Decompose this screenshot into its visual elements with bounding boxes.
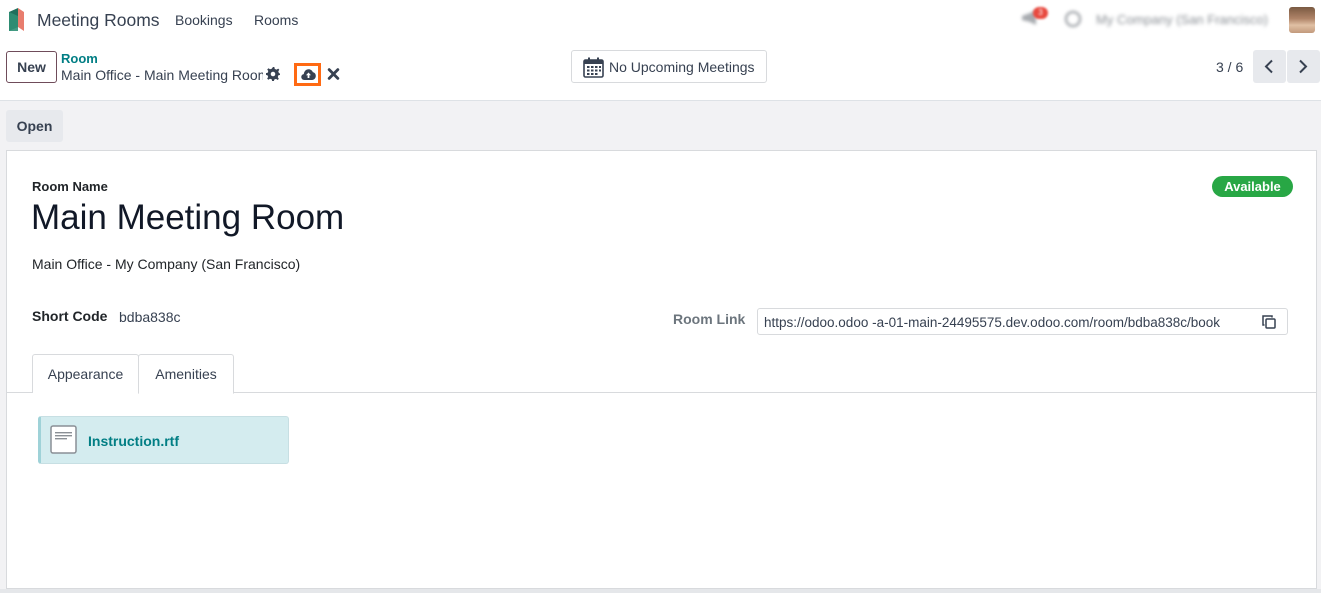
attachment-card[interactable]: Instruction.rtf [38, 416, 289, 464]
pager-value[interactable]: 3 / 6 [1216, 59, 1243, 75]
menu-bookings[interactable]: Bookings [175, 12, 233, 28]
close-icon[interactable] [327, 67, 340, 81]
short-code-label: Short Code [32, 308, 108, 324]
room-name-field[interactable]: Main Meeting Room [31, 198, 344, 238]
app-name[interactable]: Meeting Rooms [37, 10, 160, 31]
form-sheet: Room Name Main Meeting Room Available Ma… [6, 150, 1317, 589]
tab-amenities[interactable]: Amenities [138, 354, 234, 394]
app-logo-icon[interactable] [7, 8, 25, 31]
chevron-left-icon [1264, 59, 1273, 74]
open-button[interactable]: Open [6, 110, 63, 142]
save-button[interactable] [294, 63, 321, 86]
chevron-right-icon [1299, 59, 1308, 74]
pager-next-button[interactable] [1287, 50, 1320, 83]
company-switcher[interactable]: My Company (San Francisco) [1096, 12, 1268, 27]
pager-previous-button[interactable] [1253, 50, 1286, 83]
calendar-icon [583, 57, 604, 78]
cloud-upload-icon [301, 69, 316, 80]
menu-rooms[interactable]: Rooms [254, 12, 298, 28]
notification-badge: 3 [1033, 7, 1048, 19]
breadcrumb-parent[interactable]: Room [61, 51, 98, 66]
gear-icon[interactable] [266, 67, 280, 81]
location-field[interactable]: Main Office - My Company (San Francisco) [32, 256, 300, 272]
user-avatar[interactable] [1289, 7, 1315, 33]
new-button[interactable]: New [6, 51, 57, 83]
short-code-value: bdba838c [119, 309, 181, 325]
room-link-label: Room Link [673, 311, 746, 327]
status-badge[interactable]: Available [1212, 176, 1293, 197]
top-navbar: Meeting Rooms Bookings Rooms 3 My Compan… [0, 0, 1321, 40]
copy-icon[interactable] [1262, 315, 1276, 329]
upcoming-meetings-button[interactable]: No Upcoming Meetings [571, 50, 767, 83]
room-name-label: Room Name [32, 179, 108, 194]
room-link-value: https://odoo.odoo -a-01-main-24495575.de… [764, 315, 1221, 330]
file-icon [50, 425, 77, 454]
clock-icon[interactable] [1064, 10, 1082, 28]
room-link-field[interactable]: https://odoo.odoo -a-01-main-24495575.de… [757, 308, 1288, 335]
control-panel: New Room Main Office - Main Meeting Room… [0, 40, 1321, 101]
upcoming-meetings-label: No Upcoming Meetings [609, 59, 755, 75]
breadcrumb-current: Main Office - Main Meeting Room [61, 67, 263, 83]
tab-appearance[interactable]: Appearance [32, 354, 139, 393]
bottom-scroll-strip [0, 589, 1321, 593]
attachment-name[interactable]: Instruction.rtf [88, 433, 179, 449]
